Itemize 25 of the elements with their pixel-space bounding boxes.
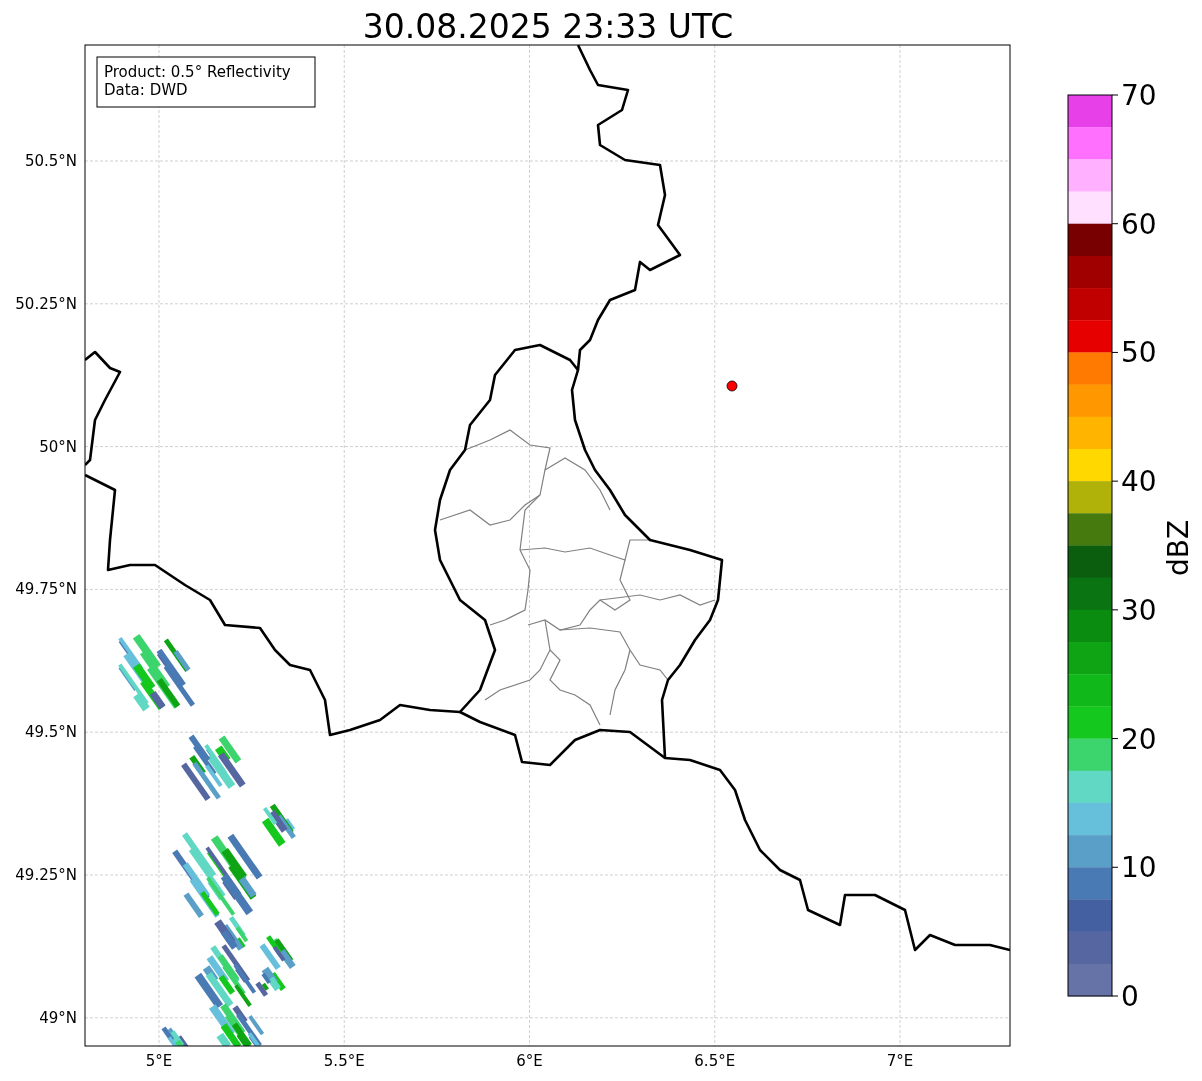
radar-site-icon [726,380,738,392]
axis-tick-label: 50.5°N [24,152,77,170]
axis-tick-label: 5.5°E [323,1052,365,1070]
colorbar-tick-label: 10 [1121,851,1157,885]
colorbar-tick-label: 40 [1121,465,1157,499]
chart-title: 30.08.2025 23:33 UTC [362,7,734,46]
colorbar-tick-label: 20 [1121,722,1157,756]
colorbar-label: dBZ [1162,519,1195,577]
axis-tick-label: 50.25°N [15,294,77,313]
axis-tick-label: 49.5°N [24,723,77,742]
colorbar-tick-label: 70 [1121,79,1157,112]
axis-tick-label: 5°E [145,1052,173,1070]
axis-tick-label: 6.5°E [694,1052,736,1070]
colorbar-tick-label: 0 [1121,980,1139,1013]
colorbar-tick-label: 30 [1121,593,1157,627]
axis-tick-label: 6°E [516,1052,543,1070]
axis-tick-label: 49°N [39,1008,77,1027]
axis-tick-label: 50°N [39,437,77,456]
legend-text: Data: DWD [104,81,188,99]
legend-text: Product: 0.5° Reflectivity [104,63,291,81]
axis-tick-label: 49.25°N [15,866,77,884]
axis-tick-label: 49.75°N [15,580,77,599]
colorbar-tick-label: 50 [1121,336,1157,370]
axis-tick-label: 7°E [886,1052,914,1070]
colorbar-tick-label: 60 [1121,207,1157,241]
